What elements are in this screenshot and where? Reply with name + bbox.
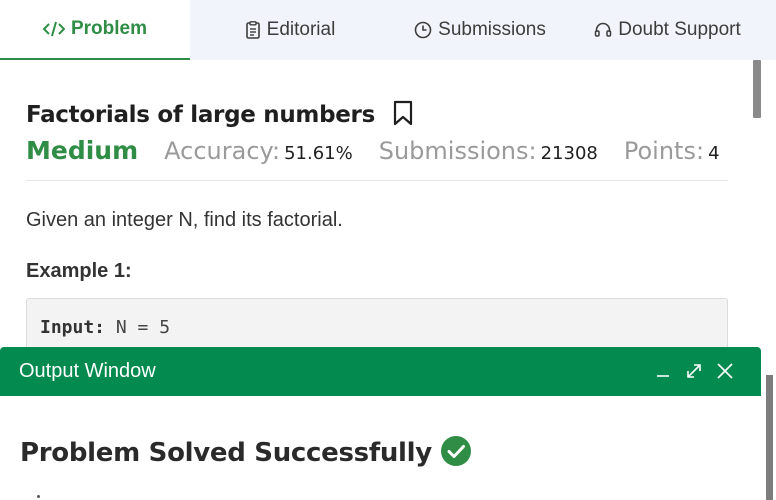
- submissions-label: Submissions:: [378, 137, 537, 165]
- close-icon[interactable]: [713, 359, 737, 383]
- points-value: 4: [708, 143, 720, 164]
- headset-icon: [594, 21, 612, 39]
- tab-doubt-support-label: Doubt Support: [618, 19, 741, 40]
- tab-bar: Problem Editorial Submissions Doubt Supp…: [0, 0, 776, 60]
- minimize-icon[interactable]: [651, 359, 675, 383]
- bookmark-icon[interactable]: [393, 100, 413, 130]
- submissions-value: 21308: [540, 143, 598, 164]
- problem-meta: Medium Accuracy: 51.61% Submissions: 213…: [26, 136, 746, 165]
- tab-problem[interactable]: Problem: [0, 0, 190, 60]
- output-window-title: Output Window: [19, 360, 156, 382]
- accuracy-value: 51.61%: [284, 143, 353, 164]
- tab-problem-label: Problem: [70, 18, 148, 39]
- example-title: Example 1:: [26, 260, 132, 282]
- difficulty-badge: Medium: [26, 136, 139, 165]
- clock-icon: [414, 21, 432, 39]
- expand-icon[interactable]: [682, 359, 706, 383]
- example-input-value: N = 5: [115, 317, 171, 338]
- tab-submissions[interactable]: Submissions: [395, 0, 565, 60]
- output-window-header: Output Window: [0, 347, 761, 396]
- example-input-label: Input:: [40, 317, 106, 338]
- result-text: Problem Solved Successfully: [20, 438, 432, 468]
- accuracy-label: Accuracy:: [164, 137, 281, 165]
- tab-editorial-label: Editorial: [266, 19, 336, 40]
- tab-editorial[interactable]: Editorial: [205, 0, 375, 60]
- problem-title: Factorials of large numbers: [26, 102, 375, 128]
- output-scrollbar-thumb[interactable]: [766, 375, 773, 500]
- output-content-fragment: [37, 495, 40, 498]
- points-label: Points:: [623, 137, 705, 165]
- divider: [26, 180, 728, 181]
- example-input-line: Input: N = 5: [40, 317, 170, 338]
- problem-header: Factorials of large numbers: [26, 100, 413, 130]
- output-window: Output Window Problem Solved Successfull…: [0, 347, 761, 500]
- tab-submissions-label: Submissions: [438, 19, 546, 40]
- code-icon: [42, 21, 65, 37]
- tab-doubt-support[interactable]: Doubt Support: [575, 0, 760, 60]
- result-message: Problem Solved Successfully: [20, 435, 472, 471]
- problem-scrollbar-thumb[interactable]: [753, 60, 761, 118]
- problem-statement: Given an integer N, find its factorial.: [26, 209, 343, 231]
- document-icon: [245, 21, 261, 39]
- check-circle-icon: [440, 435, 472, 471]
